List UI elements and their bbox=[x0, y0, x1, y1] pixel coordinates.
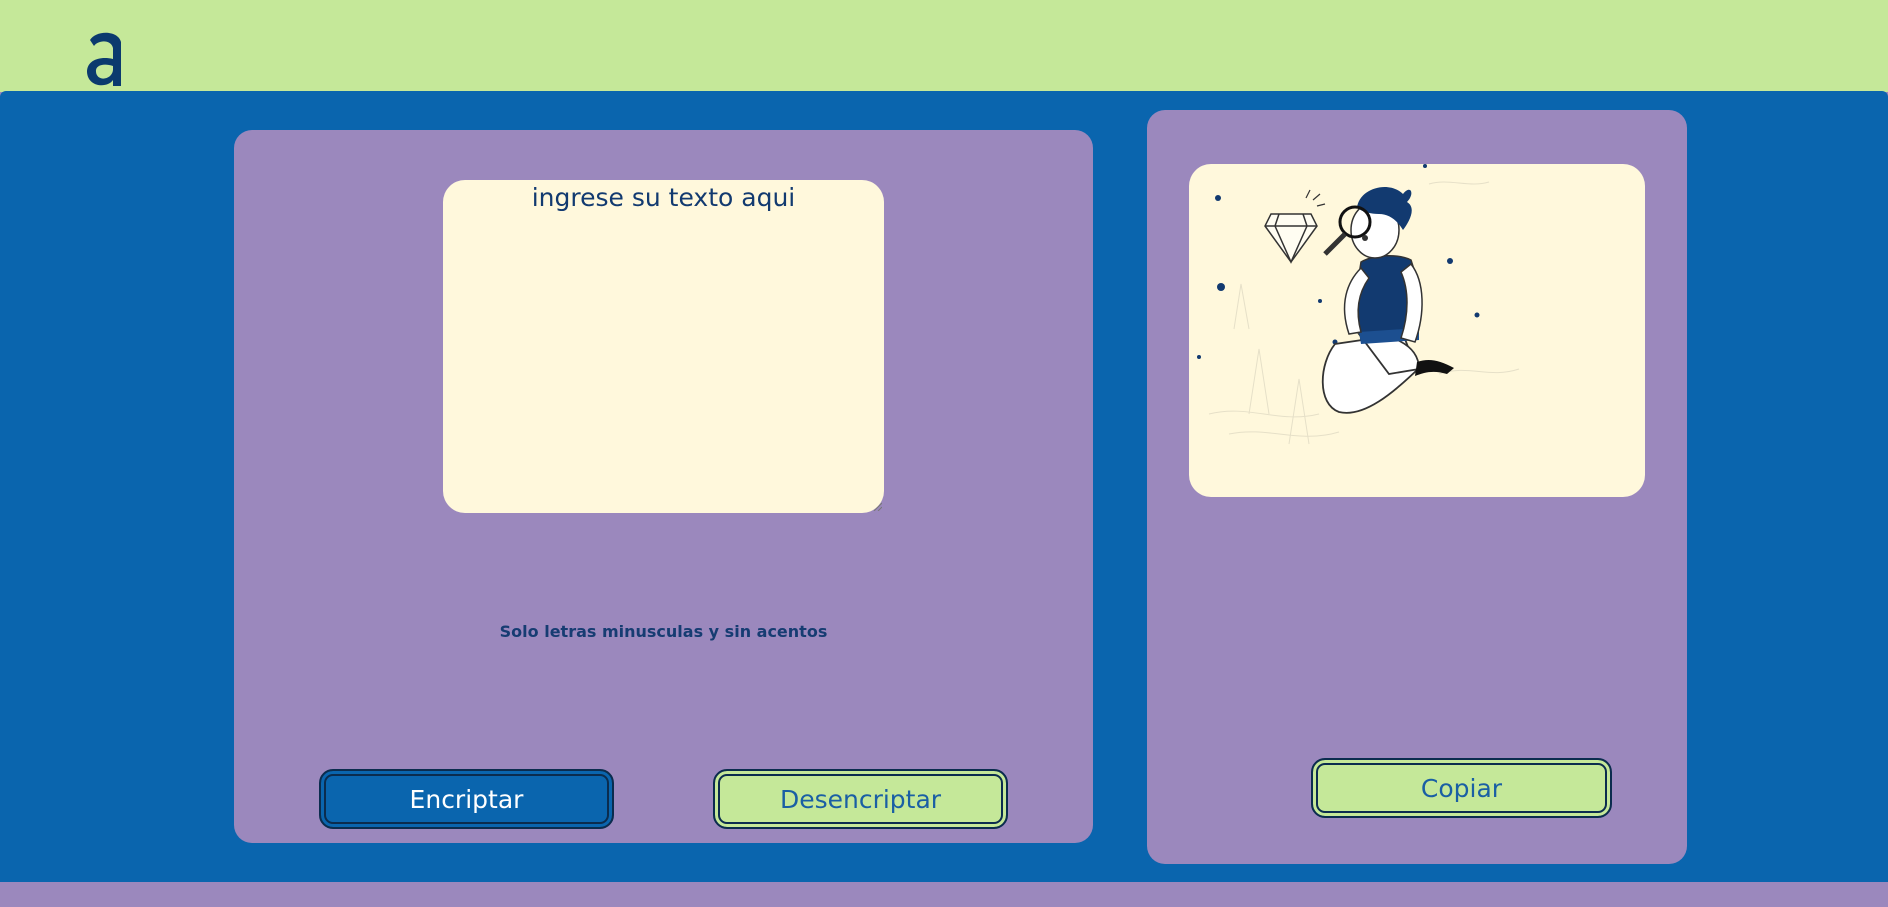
input-hint: Solo letras minusculas y sin acentos bbox=[499, 622, 828, 641]
text-input[interactable]: ingrese su texto aqui bbox=[443, 180, 884, 513]
encrypt-button[interactable]: Encriptar bbox=[319, 769, 614, 829]
text-input-value: ingrese su texto aqui bbox=[531, 183, 796, 212]
header-bar bbox=[0, 0, 1888, 92]
decrypt-button[interactable]: Desencriptar bbox=[713, 769, 1008, 829]
resize-handle-icon[interactable] bbox=[872, 501, 882, 511]
copy-button[interactable]: Copiar bbox=[1311, 758, 1612, 818]
output-display bbox=[1189, 164, 1645, 497]
logo-icon[interactable] bbox=[84, 30, 126, 88]
person-with-magnifier-illustration bbox=[1197, 164, 1520, 445]
